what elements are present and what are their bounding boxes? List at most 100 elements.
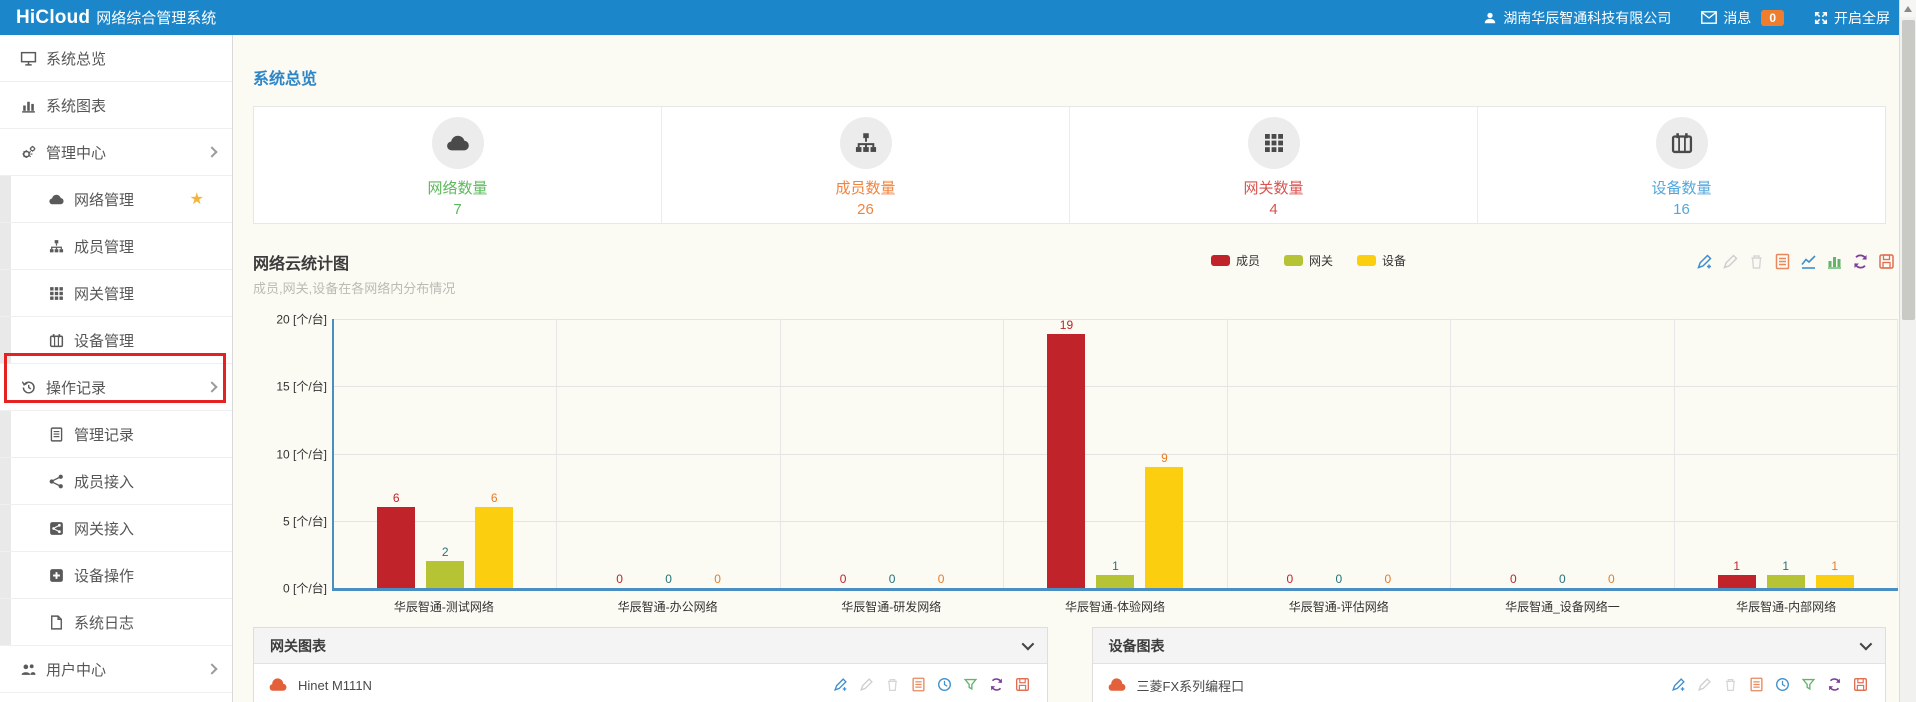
refresh-icon[interactable] xyxy=(1826,676,1845,695)
bar-slot: 2 xyxy=(426,319,464,588)
device-icon xyxy=(1656,117,1708,169)
legend-item-gateways[interactable]: 网关 xyxy=(1284,252,1333,269)
bar-value-label: 2 xyxy=(442,546,449,558)
save-image-icon[interactable] xyxy=(1014,676,1033,695)
bar-chart-icon xyxy=(20,97,37,114)
sidebar-item-system-charts[interactable]: 系统图表 xyxy=(0,82,232,129)
x-axis-category-label: 华辰智通-测试网络 xyxy=(332,598,556,615)
chart-legend: 成员 网关 设备 xyxy=(1211,252,1406,269)
chart-subtitle: 成员,网关,设备在各网络内分布情况 xyxy=(253,278,1898,297)
sidebar-item-gateway-management[interactable]: 网关管理 xyxy=(0,270,232,317)
chart-toolbox xyxy=(1695,252,1896,271)
gateway-panel-header[interactable]: 网关图表 xyxy=(254,628,1047,664)
bar-slot: 0 xyxy=(873,319,911,588)
delete-icon[interactable] xyxy=(884,676,903,695)
sidebar-item-device-management[interactable]: 设备管理 xyxy=(0,317,232,364)
edit-icon[interactable] xyxy=(832,676,851,695)
save-image-icon[interactable] xyxy=(1877,252,1896,271)
sidebar-item-member-access[interactable]: 成员接入 xyxy=(0,458,232,505)
legend-item-devices[interactable]: 设备 xyxy=(1357,252,1406,269)
scroll-up-arrow[interactable] xyxy=(1900,0,1916,17)
restore-icon[interactable] xyxy=(1851,252,1870,271)
chart-plot-area: 20 [个/台] 15 [个/台] 10 [个/台] 5 [个/台] 0 [个/… xyxy=(332,319,1898,591)
bar-slot: 1 xyxy=(1096,319,1134,588)
bar-value-label: 1 xyxy=(1733,560,1740,572)
data-view-icon[interactable] xyxy=(1748,676,1767,695)
bar-slot: 0 xyxy=(1543,319,1581,588)
messages-button[interactable]: 消息 0 xyxy=(1701,8,1784,28)
sidebar-item-management-records[interactable]: 管理记录 xyxy=(0,411,232,458)
bar-value-label: 0 xyxy=(616,573,623,585)
bar-slot: 0 xyxy=(601,319,639,588)
filter-icon[interactable] xyxy=(1800,676,1819,695)
legend-label: 网关 xyxy=(1309,252,1333,269)
device-item-row[interactable]: 三菱FX系列编程口 xyxy=(1093,664,1886,702)
gateway-charts-panel: 网关图表 Hinet M111N xyxy=(253,627,1048,702)
edit-disabled-icon[interactable] xyxy=(1696,676,1715,695)
sidebar-item-member-management[interactable]: 成员管理 xyxy=(0,223,232,270)
sidebar-item-network-management[interactable]: 网络管理 ★ xyxy=(0,176,232,223)
gateway-item-row[interactable]: Hinet M111N xyxy=(254,664,1047,702)
filter-icon[interactable] xyxy=(962,676,981,695)
scrollbar-thumb[interactable] xyxy=(1902,20,1915,320)
line-chart-icon[interactable] xyxy=(1799,252,1818,271)
chart-plot: 6260000001919000000111 xyxy=(334,319,1898,588)
favorite-star-icon[interactable]: ★ xyxy=(190,189,204,209)
cloud-icon xyxy=(432,117,484,169)
bar-value-label: 6 xyxy=(491,492,498,504)
x-axis-category-label: 华辰智通-评估网络 xyxy=(1227,598,1451,615)
company-menu[interactable]: 湖南华辰智通科技有限公司 xyxy=(1483,8,1671,28)
sidebar-item-gateway-access[interactable]: 网关接入 xyxy=(0,505,232,552)
sidebar-item-system-overview[interactable]: 系统总览 xyxy=(0,35,232,82)
time-icon[interactable] xyxy=(1774,676,1793,695)
bar-slot: 0 xyxy=(699,319,737,588)
edit-icon[interactable] xyxy=(1670,676,1689,695)
bar-value-label: 9 xyxy=(1161,452,1168,464)
stat-value: 7 xyxy=(453,201,461,218)
sidebar-item-management-center[interactable]: 管理中心 xyxy=(0,129,232,176)
sidebar-item-user-center[interactable]: 用户中心 xyxy=(0,646,232,693)
chevron-right-icon xyxy=(206,146,217,157)
bar-value-label: 0 xyxy=(665,573,672,585)
device-item-toolbox xyxy=(1670,676,1871,695)
system-name: 网络综合管理系统 xyxy=(96,10,216,27)
delete-icon[interactable] xyxy=(1722,676,1741,695)
bar-value-label: 0 xyxy=(938,573,945,585)
bar-网关 xyxy=(1767,575,1805,588)
fullscreen-button[interactable]: 开启全屏 xyxy=(1814,8,1890,28)
time-icon[interactable] xyxy=(936,676,955,695)
edit-disabled-icon[interactable] xyxy=(858,676,877,695)
messages-count-badge: 0 xyxy=(1761,10,1784,26)
unmark-icon[interactable] xyxy=(1721,252,1740,271)
bar-网关 xyxy=(1096,575,1134,588)
x-axis-category-label: 华辰智通-研发网络 xyxy=(779,598,1003,615)
legend-item-members[interactable]: 成员 xyxy=(1211,252,1260,269)
messages-label: 消息 xyxy=(1723,8,1751,28)
mark-icon[interactable] xyxy=(1695,252,1714,271)
refresh-icon[interactable] xyxy=(988,676,1007,695)
sidebar-item-system-logs[interactable]: 系统日志 xyxy=(0,599,232,646)
bar-成员 xyxy=(1718,575,1756,588)
save-image-icon[interactable] xyxy=(1852,676,1871,695)
data-view-icon[interactable] xyxy=(1773,252,1792,271)
bar-slot: 0 xyxy=(1592,319,1630,588)
sidebar-item-label: 网关接入 xyxy=(74,518,134,539)
chart-category-group: 1919 xyxy=(1004,319,1227,588)
clear-marks-icon[interactable] xyxy=(1747,252,1766,271)
bar-value-label: 1 xyxy=(1782,560,1789,572)
plus-square-icon xyxy=(48,567,65,584)
stat-label: 网络数量 xyxy=(427,177,487,198)
bar-chart-icon[interactable] xyxy=(1825,252,1844,271)
sidebar-item-operation-records[interactable]: 操作记录 xyxy=(0,364,232,411)
data-view-icon[interactable] xyxy=(910,676,929,695)
device-panel-header[interactable]: 设备图表 xyxy=(1093,628,1886,664)
file-icon xyxy=(48,614,65,631)
brand-name: HiCloud xyxy=(16,7,90,28)
sidebar-item-device-operation[interactable]: 设备操作 xyxy=(0,552,232,599)
stat-label: 设备数量 xyxy=(1651,177,1711,198)
company-name: 湖南华辰智通科技有限公司 xyxy=(1503,8,1671,28)
x-axis-category-label: 华辰智通-内部网络 xyxy=(1674,598,1898,615)
bar-slot: 0 xyxy=(1494,319,1532,588)
sitemap-icon xyxy=(48,238,65,255)
x-axis-category-label: 华辰智通-体验网络 xyxy=(1003,598,1227,615)
